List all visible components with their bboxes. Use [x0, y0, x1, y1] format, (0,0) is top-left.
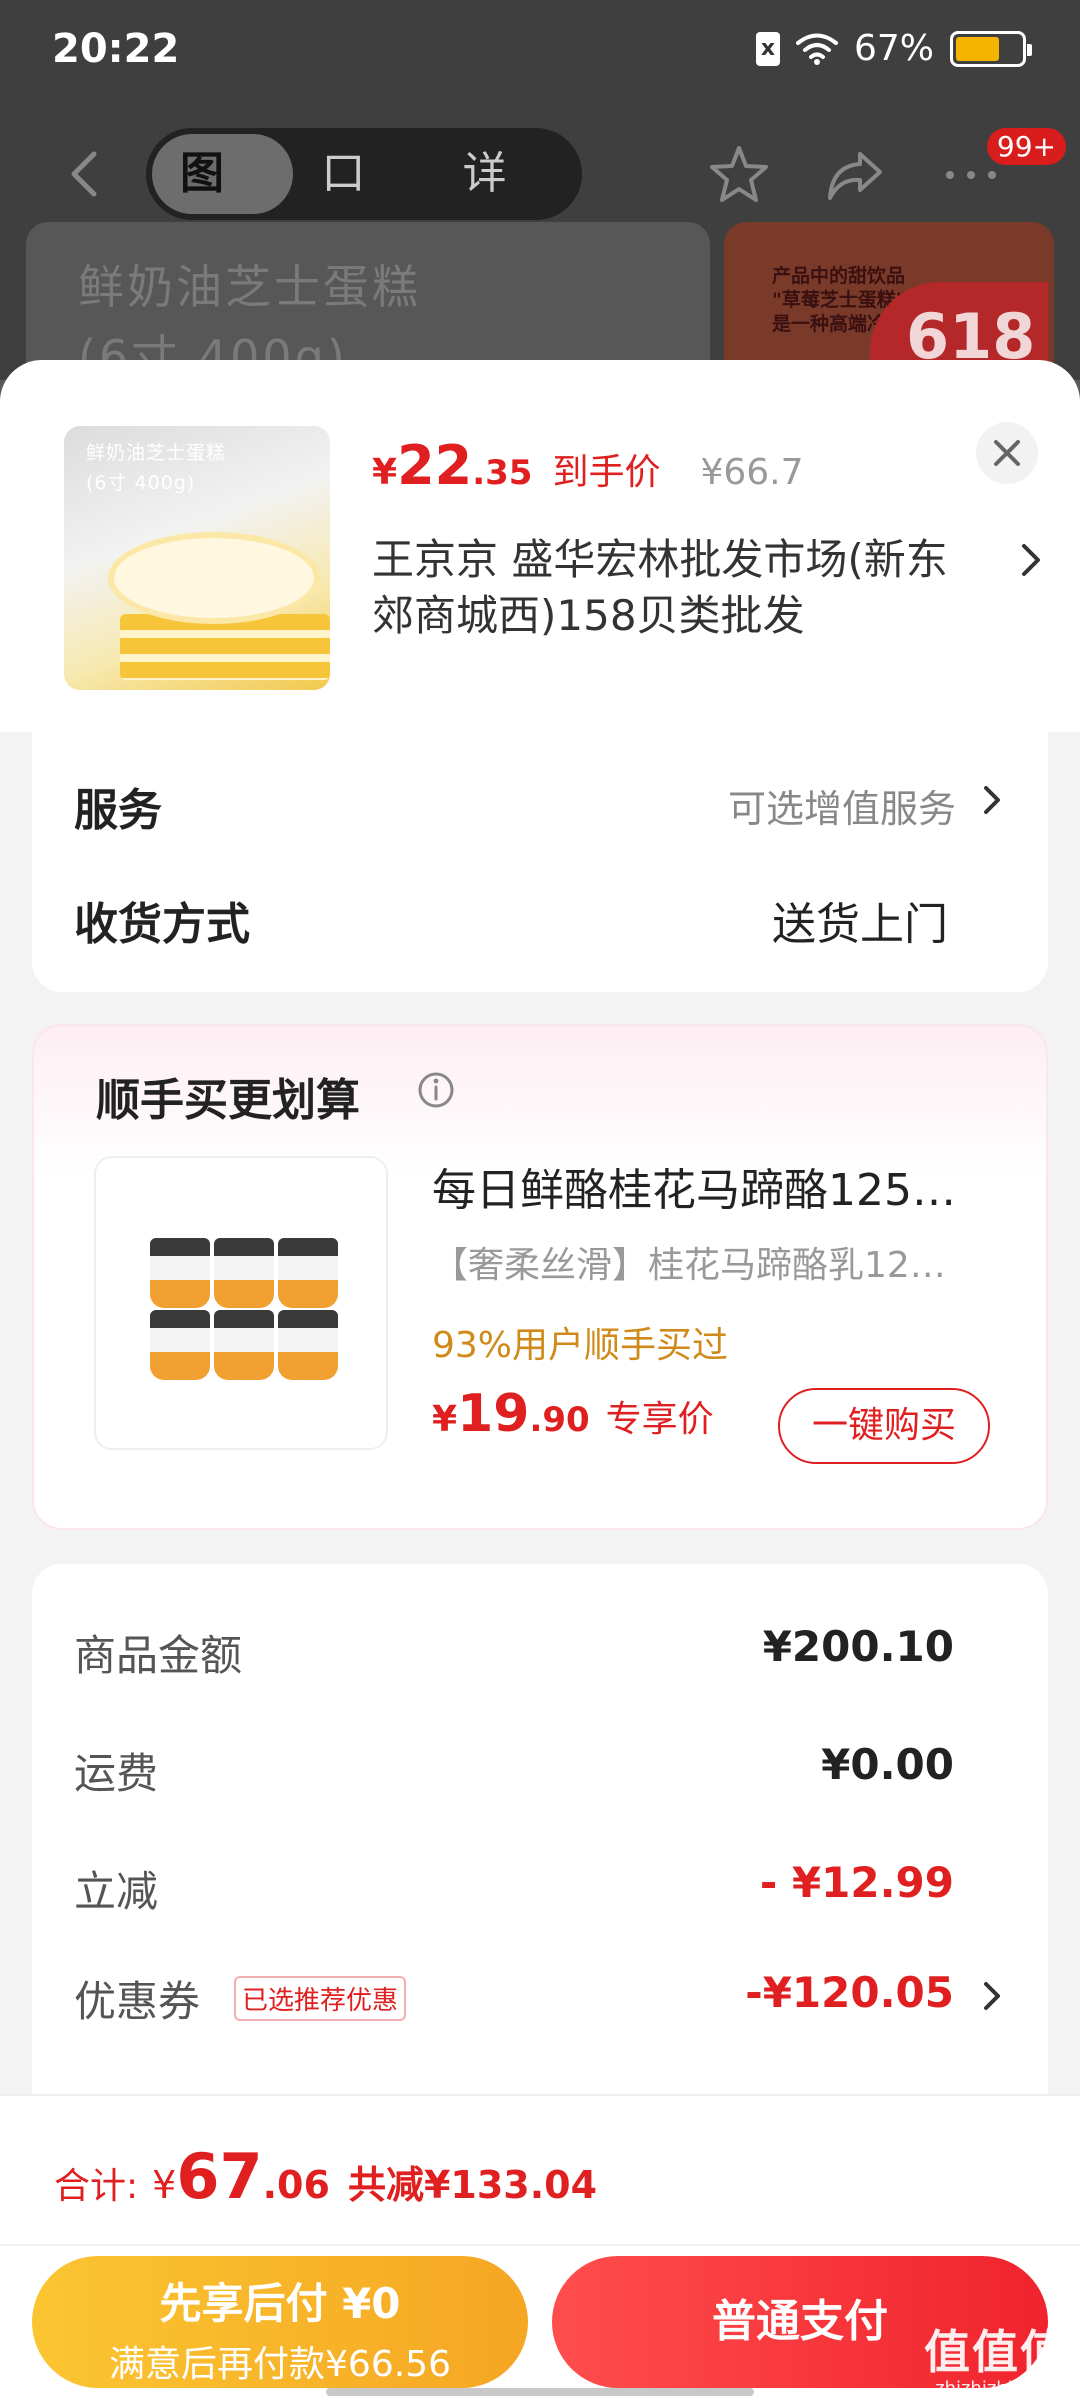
product-image-caption-line1: 鲜奶油芝士蛋糕 [86, 442, 227, 464]
product-header: 鲜奶油芝士蛋糕 (6寸 400g) ¥ 22 .35 到手价 ¥66.7 王京京… [0, 360, 1080, 732]
total-saved: 共减¥133.04 [347, 2163, 598, 2207]
sim-card-icon: x [755, 31, 780, 66]
cake-top [114, 538, 314, 618]
amount-label: 优惠券 [74, 1977, 201, 2026]
close-button[interactable] [976, 422, 1038, 484]
tab-details[interactable]: 详情 [435, 134, 576, 279]
background-page: 20:22 x 67% 图集 口碑 详情 [0, 0, 1080, 382]
upsell-product-image[interactable] [94, 1156, 388, 1450]
cup-image [278, 1238, 338, 1308]
upsell-product-name[interactable]: 每日鲜酪桂花马蹄酪125… [432, 1154, 1012, 1218]
pay-later-main-label: 先享后付 ¥0 [159, 2279, 401, 2328]
upsell-title: 顺手买更划算 [96, 1075, 360, 1126]
star-icon[interactable] [706, 142, 772, 208]
status-bar: 20:22 x 67% [0, 0, 1080, 100]
info-icon[interactable] [416, 1070, 456, 1110]
chevron-right-icon[interactable] [978, 1978, 1006, 2014]
upsell-price: ¥ 19 .90 专享价 [432, 1384, 714, 1444]
battery-percent: 67% [853, 28, 934, 69]
promo-line-1: 产品中的甜饮品 [772, 265, 906, 287]
amount-value: -¥120.05 [745, 1968, 954, 2017]
chevron-right-icon[interactable] [1014, 540, 1050, 580]
amount-label: 立减 [74, 1867, 159, 1916]
product-image-caption: 鲜奶油芝士蛋糕 (6寸 400g) [86, 438, 226, 498]
service-card: 服务 可选增值服务 收货方式 送货上门 [32, 732, 1048, 992]
upsell-product-desc: 【奢柔丝滑】桂花马蹄酪乳12… [432, 1245, 946, 1286]
amount-label: 运费 [74, 1749, 159, 1798]
pay-later-sub-label: 满意后再付款¥66.56 [109, 2344, 451, 2385]
status-time: 20:22 [52, 26, 180, 72]
original-price: ¥66.7 [700, 452, 804, 493]
price-symbol: ¥ [432, 1399, 458, 1440]
watermark: 值值值 zhizhizhi.com [924, 2316, 1068, 2399]
store-name[interactable]: 王京京 盛华宏林批发市场(新东郊商城西)158贝类批发 [372, 532, 972, 644]
amount-value: ¥0.00 [821, 1740, 954, 1789]
price-decimal: .35 [472, 453, 533, 493]
tab-reviews[interactable]: 口碑 [293, 134, 434, 279]
notification-badge: 99+ [986, 128, 1066, 165]
price-integer: 22 [397, 434, 473, 497]
cup-image [150, 1238, 210, 1308]
battery-icon [950, 30, 1032, 67]
price-tag: 到手价 [552, 452, 661, 493]
watermark-text: 值值值 [924, 2325, 1068, 2379]
home-indicator[interactable] [326, 2388, 754, 2396]
close-icon [994, 440, 1020, 466]
tab-gallery[interactable]: 图集 [152, 134, 294, 279]
chevron-right-icon[interactable] [978, 782, 1006, 818]
amount-row-discount: 立减 - ¥12.99 [74, 1858, 954, 1918]
background-gallery-card: 鲜奶油芝士蛋糕 (6寸 400g) [26, 222, 710, 382]
price-integer: 19 [457, 1384, 530, 1444]
cup-image [278, 1310, 338, 1380]
nav-row: 图集 口碑 详情 99+ [0, 128, 1080, 279]
amount-row-shipping: 运费 ¥0.00 [74, 1740, 954, 1800]
price-row: ¥ 22 .35 到手价 ¥66.7 [372, 434, 804, 497]
total-label: 合计: [54, 2166, 139, 2207]
service-label: 服务 [74, 785, 162, 836]
background-promo-card: 产品中的甜饮品 "草莓芝士蛋糕" 是一种高端冷饮 618 [724, 222, 1054, 382]
share-icon[interactable] [822, 142, 888, 208]
back-icon[interactable] [58, 146, 114, 202]
background-card-title-line1: 鲜奶油芝士蛋糕 [78, 260, 421, 314]
status-icons: x 67% [755, 28, 1032, 69]
product-image: 鲜奶油芝士蛋糕 (6寸 400g) [64, 426, 330, 690]
amount-value: - ¥12.99 [759, 1858, 954, 1907]
product-image-caption-line2: (6寸 400g) [86, 472, 196, 494]
total-integer: 67 [176, 2140, 263, 2213]
cake-layer [120, 614, 330, 680]
amount-row-coupon[interactable]: 优惠券 已选推荐优惠 -¥120.05 [74, 1968, 954, 2028]
price-symbol: ¥ [372, 452, 398, 493]
bottom-action-bar: 合计: ¥ 67 .06 共减¥133.04 先享后付 ¥0 满意后再付款¥66… [0, 2094, 1080, 2400]
delivery-value[interactable]: 送货上门 [772, 888, 948, 952]
nav-tabs: 图集 口碑 详情 [146, 128, 582, 279]
upsell-card: 顺手买更划算 每日鲜酪桂花马蹄酪125… 【奢柔丝滑】桂花马蹄酪乳12… 93%… [32, 1024, 1048, 1530]
amount-value: ¥200.10 [762, 1622, 954, 1671]
one-click-buy-button[interactable]: 一键购买 [778, 1388, 990, 1464]
total-decimal: .06 [262, 2163, 330, 2207]
service-value[interactable]: 可选增值服务 [728, 778, 956, 833]
cup-image [214, 1238, 274, 1308]
price-decimal: .90 [529, 1400, 590, 1440]
delivery-label: 收货方式 [74, 899, 250, 950]
coupon-badge: 已选推荐优惠 [234, 1976, 407, 2021]
watermark-url: zhizhizhi.com [935, 2378, 1057, 2399]
pay-later-button[interactable]: 先享后付 ¥0 满意后再付款¥66.56 [32, 2256, 528, 2388]
upsell-purchase-rate: 93%用户顺手买过 [432, 1325, 729, 1366]
total-row: 合计: ¥ 67 .06 共减¥133.04 [54, 2140, 597, 2213]
amount-label: 商品金额 [74, 1631, 243, 1680]
cup-image [150, 1310, 210, 1380]
amount-card: 商品金额 ¥200.10 运费 ¥0.00 立减 - ¥12.99 优惠券 已选… [32, 1564, 1048, 2184]
wifi-icon [795, 33, 838, 65]
cup-image [214, 1310, 274, 1380]
total-symbol: ¥ [152, 2163, 177, 2207]
divider [0, 2244, 1080, 2246]
price-tag: 专享价 [605, 1399, 714, 1440]
amount-row-subtotal: 商品金额 ¥200.10 [74, 1622, 954, 1682]
battery-level-fill [956, 36, 999, 61]
